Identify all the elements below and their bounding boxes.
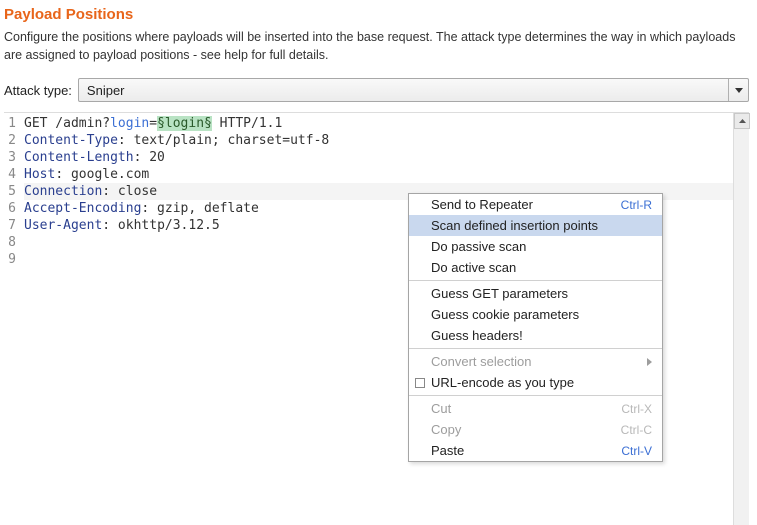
attack-type-row: Attack type: Sniper	[4, 78, 749, 102]
menu-item: CutCtrl-X	[409, 398, 662, 419]
menu-item-label: Cut	[431, 401, 621, 416]
menu-item: Convert selection	[409, 351, 662, 372]
code-line[interactable]: Content-Type: text/plain; charset=utf-8	[24, 132, 749, 149]
line-number: 3	[6, 149, 16, 166]
menu-separator	[409, 348, 662, 349]
menu-item[interactable]: Guess headers!	[409, 325, 662, 346]
code-line[interactable]: Host: google.com	[24, 166, 749, 183]
menu-item-label: Scan defined insertion points	[431, 218, 652, 233]
line-number: 6	[6, 200, 16, 217]
menu-item-label: Send to Repeater	[431, 197, 621, 212]
menu-item-label: URL-encode as you type	[431, 375, 652, 390]
line-number: 5	[6, 183, 16, 200]
menu-separator	[409, 395, 662, 396]
line-number: 7	[6, 217, 16, 234]
menu-item[interactable]: Do passive scan	[409, 236, 662, 257]
dropdown-arrow-icon	[728, 79, 748, 101]
menu-shortcut: Ctrl-X	[621, 402, 652, 416]
submenu-arrow-icon	[647, 358, 652, 366]
menu-item[interactable]: Scan defined insertion points	[409, 215, 662, 236]
scroll-up-button[interactable]	[734, 113, 750, 129]
line-number: 1	[6, 115, 16, 132]
menu-item-label: Do active scan	[431, 260, 652, 275]
menu-item-label: Guess headers!	[431, 328, 652, 343]
line-gutter: 123456789	[4, 113, 20, 525]
checkbox-icon	[415, 378, 425, 388]
vertical-scrollbar[interactable]	[733, 113, 749, 525]
menu-item-label: Do passive scan	[431, 239, 652, 254]
menu-separator	[409, 280, 662, 281]
menu-item-label: Copy	[431, 422, 621, 437]
attack-type-label: Attack type:	[4, 83, 72, 98]
menu-shortcut: Ctrl-R	[621, 198, 652, 212]
context-menu: Send to RepeaterCtrl-R Scan defined inser…	[408, 193, 663, 462]
menu-item[interactable]: Guess cookie parameters	[409, 304, 662, 325]
menu-item[interactable]: PasteCtrl-V	[409, 440, 662, 461]
attack-type-dropdown[interactable]: Sniper	[78, 78, 749, 102]
code-line[interactable]: GET /admin?login=§login§ HTTP/1.1	[24, 115, 749, 132]
section-title: Payload Positions	[4, 6, 749, 23]
menu-item[interactable]: URL-encode as you type	[409, 372, 662, 393]
menu-shortcut: Ctrl-C	[621, 423, 652, 437]
menu-item[interactable]: Send to RepeaterCtrl-R	[409, 194, 662, 215]
line-number: 2	[6, 132, 16, 149]
line-number: 9	[6, 251, 16, 268]
menu-item[interactable]: Do active scan	[409, 257, 662, 278]
line-number: 8	[6, 234, 16, 251]
menu-item: CopyCtrl-C	[409, 419, 662, 440]
line-number: 4	[6, 166, 16, 183]
menu-item-label: Paste	[431, 443, 621, 458]
menu-item-label: Guess cookie parameters	[431, 307, 652, 322]
attack-type-value: Sniper	[79, 83, 728, 98]
code-line[interactable]: Content-Length: 20	[24, 149, 749, 166]
menu-item[interactable]: Guess GET parameters	[409, 283, 662, 304]
section-description: Configure the positions where payloads w…	[4, 29, 749, 64]
menu-item-label: Convert selection	[431, 354, 647, 369]
menu-shortcut: Ctrl-V	[621, 444, 652, 458]
menu-item-label: Guess GET parameters	[431, 286, 652, 301]
